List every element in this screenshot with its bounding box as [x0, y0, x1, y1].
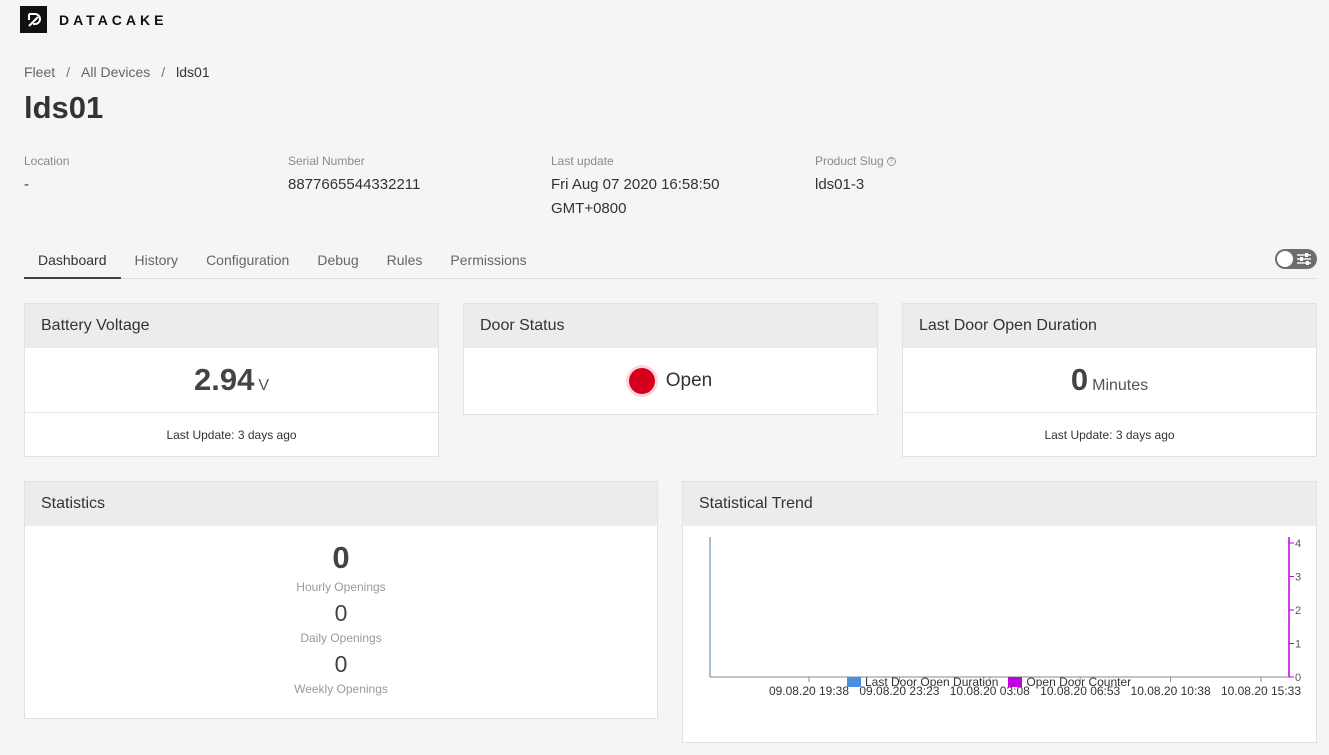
door-status-text: Open	[665, 370, 713, 391]
y2-tick-label: 2	[1295, 605, 1301, 617]
logo-text: DATACAKE	[59, 11, 168, 28]
sliders-icon	[1297, 253, 1311, 265]
meta-label: Location	[24, 154, 70, 168]
meta-label: Serial Number	[288, 154, 365, 168]
stat-hourly: 0 Hourly Openings	[25, 540, 657, 594]
widget-footer: Last Update: 3 days ago	[25, 412, 438, 456]
duration-value: 0 Minutes	[903, 348, 1316, 412]
meta-label: Last update	[551, 154, 614, 168]
breadcrumb-separator: /	[66, 64, 71, 80]
tab-permissions[interactable]: Permissions	[436, 240, 540, 279]
battery-value: 2.94 V	[25, 348, 438, 412]
legend-label: Open Door Counter	[1026, 675, 1132, 689]
edit-mode-toggle[interactable]	[1275, 249, 1317, 269]
meta-value: lds01-3	[815, 176, 865, 193]
meta-product-slug: Product Slug ? lds01-3	[815, 154, 896, 197]
y2-tick-label: 4	[1295, 538, 1301, 550]
status-indicator-icon	[628, 368, 655, 394]
chart-legend: Last Door Open Duration Open Door Counte…	[847, 675, 1141, 689]
statistical-trend-widget: Statistical Trend 0 1 2 3 4 09.08.20 19:38 09.…	[682, 481, 1317, 743]
breadcrumb-fleet[interactable]: Fleet	[24, 64, 55, 80]
widget-title: Battery Voltage	[25, 304, 438, 348]
tab-debug[interactable]: Debug	[303, 240, 372, 279]
breadcrumb: Fleet / All Devices / lds01	[24, 64, 210, 80]
meta-last-update: Last update Fri Aug 07 2020 16:58:50 GMT…	[551, 154, 719, 221]
meta-location: Location -	[24, 154, 69, 197]
x-tick-label: 10.08.20 15:33	[1221, 684, 1301, 698]
widget-title: Statistical Trend	[683, 482, 1316, 526]
toggle-knob	[1277, 251, 1293, 267]
meta-value: -	[24, 176, 29, 193]
stat-daily: 0 Daily Openings	[25, 598, 657, 645]
tab-dashboard[interactable]: Dashboard	[24, 240, 121, 279]
page-title: lds01	[24, 90, 104, 125]
breadcrumb-separator: /	[161, 64, 166, 80]
meta-value: Fri Aug 07 2020 16:58:50 GMT+0800	[551, 173, 719, 221]
tab-rules[interactable]: Rules	[373, 240, 437, 279]
stat-label: Hourly Openings	[296, 580, 386, 594]
meta-label: Product Slug ?	[815, 154, 896, 168]
y2-tick-label: 1	[1295, 639, 1301, 651]
legend-item[interactable]: Open Door Counter	[1008, 675, 1131, 689]
tab-configuration[interactable]: Configuration	[192, 240, 303, 279]
widget-title: Door Status	[464, 304, 877, 348]
meta-value: 8877665544332211	[288, 176, 421, 193]
stat-value: 0	[334, 651, 348, 677]
tab-bar: Dashboard History Configuration Debug Ru…	[24, 240, 1317, 279]
x-tick-label: 10.08.20 10:38	[1131, 684, 1211, 698]
stat-value: 0	[332, 540, 350, 575]
tab-history[interactable]: History	[121, 240, 193, 279]
stat-label: Daily Openings	[300, 631, 382, 645]
legend-item[interactable]: Last Door Open Duration	[847, 675, 998, 689]
x-tick-label: 09.08.20 19:38	[769, 684, 849, 698]
widget-footer: Last Update: 3 days ago	[903, 412, 1316, 456]
battery-value-unit: V	[258, 377, 269, 394]
stat-weekly: 0 Weekly Openings	[25, 649, 657, 696]
legend-label: Last Door Open Duration	[865, 675, 999, 689]
door-status: Open	[464, 348, 877, 414]
legend-swatch	[847, 677, 861, 687]
meta-value-line: GMT+0800	[551, 200, 627, 217]
help-icon[interactable]: ?	[886, 156, 896, 166]
widget-title: Last Door Open Duration	[903, 304, 1316, 348]
legend-swatch	[1008, 677, 1023, 687]
breadcrumb-all-devices[interactable]: All Devices	[81, 64, 150, 80]
open-duration-widget: Last Door Open Duration 0 Minutes Last U…	[902, 303, 1317, 457]
y2-tick-label: 0	[1295, 672, 1301, 684]
battery-voltage-widget: Battery Voltage 2.94 V Last Update: 3 da…	[24, 303, 439, 457]
statistics-widget: Statistics 0 Hourly Openings 0 Daily Ope…	[24, 481, 658, 719]
stat-label: Weekly Openings	[294, 682, 388, 696]
battery-value-number: 2.94	[193, 362, 255, 397]
datacake-logo-icon[interactable]	[20, 6, 47, 33]
app-header: DATACAKE	[20, 6, 167, 33]
meta-label-text: Product Slug	[815, 154, 884, 168]
duration-value-unit: Minutes	[1092, 377, 1149, 394]
meta-serial-number: Serial Number 8877665544332211	[288, 154, 420, 197]
y2-tick-label: 3	[1295, 572, 1301, 584]
door-status-widget: Door Status Open	[463, 303, 878, 415]
widget-title: Statistics	[25, 482, 657, 526]
meta-value-line: Fri Aug 07 2020 16:58:50	[551, 176, 720, 193]
duration-value-number: 0	[1070, 362, 1089, 397]
breadcrumb-current: lds01	[176, 64, 210, 80]
stat-value: 0	[334, 600, 348, 626]
